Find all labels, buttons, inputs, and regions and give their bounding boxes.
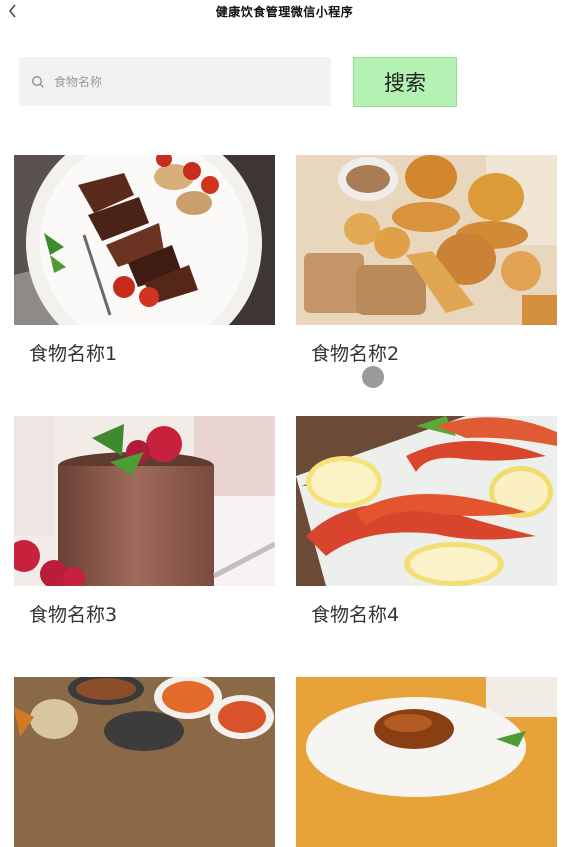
food-name: 食物名称4 xyxy=(311,604,400,626)
food-image-shrimp xyxy=(296,416,557,586)
food-image-dishes xyxy=(14,677,275,847)
nav-bar: 健康饮食管理微信小程序 xyxy=(0,0,569,22)
food-image-steak xyxy=(14,155,275,325)
food-name: 食物名称3 xyxy=(29,604,118,626)
search-icon xyxy=(32,75,44,88)
search-button[interactable]: 搜索 xyxy=(353,57,457,107)
food-card-4[interactable]: 食物名称4 xyxy=(296,416,557,626)
food-name: 食物名称2 xyxy=(311,343,400,365)
food-card-5[interactable] xyxy=(14,677,275,847)
food-card-6[interactable] xyxy=(296,677,557,847)
food-image-cake xyxy=(14,416,275,586)
page-title: 健康饮食管理微信小程序 xyxy=(215,5,354,19)
search-box[interactable] xyxy=(19,57,331,106)
scroll-indicator xyxy=(362,366,384,388)
food-card-2[interactable]: 食物名称2 xyxy=(296,155,557,365)
food-image-bread xyxy=(296,155,557,325)
food-card-3[interactable]: 食物名称3 xyxy=(14,416,275,626)
food-image-braised xyxy=(296,677,557,847)
food-card-1[interactable]: 食物名称1 xyxy=(14,155,275,365)
food-name: 食物名称1 xyxy=(29,343,118,365)
search-input[interactable] xyxy=(54,74,304,89)
